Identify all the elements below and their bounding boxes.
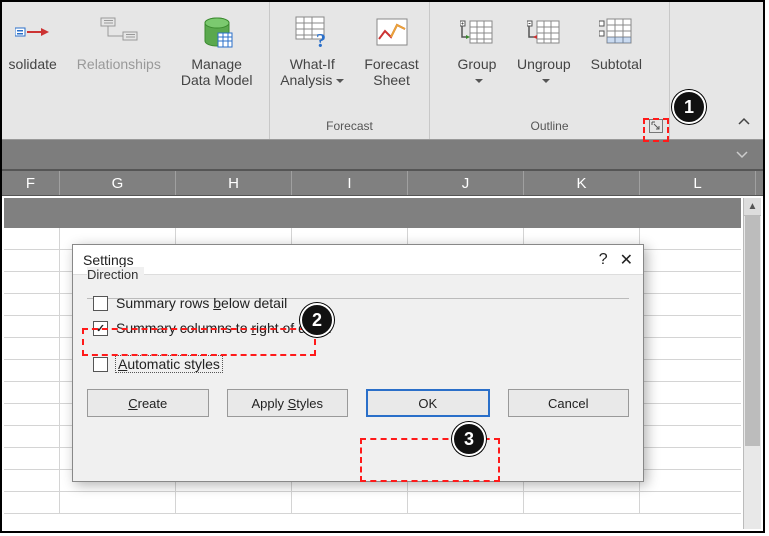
expand-formula-bar-icon[interactable] <box>735 147 749 164</box>
consolidate-icon <box>13 12 53 52</box>
column-headers: F G H I J K L <box>2 170 763 196</box>
col-header[interactable]: I <box>292 171 408 195</box>
dialog-title: Settings <box>83 252 134 268</box>
callout-number-1: 1 <box>672 90 706 124</box>
col-header[interactable]: H <box>176 171 292 195</box>
scrollbar-thumb[interactable] <box>745 216 760 446</box>
settings-dialog: Settings ? ✕ Direction Summary rows belo… <box>72 244 644 482</box>
relationships-icon <box>99 12 139 52</box>
direction-group-label: Direction <box>87 267 144 282</box>
col-header[interactable]: G <box>60 171 176 195</box>
summary-cols-right-checkbox-row[interactable]: Summary columns to right of detail <box>93 320 629 336</box>
forecast-sheet-icon <box>372 12 412 52</box>
outline-dialog-launcher[interactable] <box>649 119 663 133</box>
ungroup-label: Ungroup <box>517 56 571 88</box>
checkbox-label: Automatic styles <box>116 356 222 372</box>
col-header[interactable]: K <box>524 171 640 195</box>
checkbox-icon[interactable] <box>93 321 108 336</box>
forecast-group-label: Forecast <box>326 119 373 139</box>
dropdown-caret-icon <box>475 79 483 83</box>
dropdown-caret-icon <box>336 79 344 83</box>
ribbon-group-datatools: solidate Relationsh <box>2 2 270 139</box>
forecast-sheet-button[interactable]: Forecast Sheet <box>354 10 428 90</box>
checkbox-icon[interactable] <box>93 296 108 311</box>
forecast-sheet-label: Forecast Sheet <box>364 56 418 88</box>
create-button[interactable]: Create <box>87 389 209 417</box>
relationships-button[interactable]: Relationships <box>67 10 171 74</box>
ribbon-group-outline: Group <box>430 2 670 139</box>
relationships-label: Relationships <box>77 56 161 72</box>
consolidate-button[interactable]: solidate <box>9 10 67 74</box>
whatif-button[interactable]: ? What-If Analysis <box>270 10 354 90</box>
group-icon <box>457 12 497 52</box>
subtotal-label: Subtotal <box>591 56 642 72</box>
formula-bar-area <box>2 140 763 170</box>
automatic-styles-checkbox-row[interactable]: Automatic styles <box>93 356 629 372</box>
col-header[interactable]: F <box>2 171 60 195</box>
subtotal-icon <box>596 12 636 52</box>
callout-number-3: 3 <box>452 422 486 456</box>
vertical-scrollbar[interactable]: ▲ <box>743 198 761 529</box>
group-button[interactable]: Group <box>447 10 507 90</box>
whatif-label: What-If Analysis <box>280 56 344 88</box>
svg-text:?: ? <box>316 30 326 49</box>
subtotal-button[interactable]: Subtotal <box>581 10 652 74</box>
ribbon: solidate Relationsh <box>2 2 763 140</box>
dialog-titlebar: Settings ? ✕ <box>73 245 643 275</box>
cancel-button[interactable]: Cancel <box>508 389 630 417</box>
data-model-button[interactable]: Manage Data Model <box>171 10 263 90</box>
ribbon-group-forecast: ? What-If Analysis <box>270 2 430 139</box>
data-model-icon <box>197 12 237 52</box>
data-model-label: Manage Data Model <box>181 56 253 88</box>
summary-rows-below-checkbox-row[interactable]: Summary rows below detail <box>93 295 629 311</box>
checkbox-icon[interactable] <box>93 357 108 372</box>
dropdown-caret-icon <box>542 79 550 83</box>
collapse-ribbon-icon[interactable] <box>737 115 751 129</box>
checkbox-label: Summary rows below detail <box>116 295 287 311</box>
consolidate-label: solidate <box>9 56 57 72</box>
whatif-icon: ? <box>292 12 332 52</box>
col-header[interactable]: J <box>408 171 524 195</box>
help-button[interactable]: ? <box>599 251 608 269</box>
ungroup-icon <box>524 12 564 52</box>
col-header[interactable]: L <box>640 171 756 195</box>
ungroup-button[interactable]: Ungroup <box>507 10 581 90</box>
ok-button[interactable]: OK <box>366 389 490 417</box>
close-button[interactable]: ✕ <box>620 250 633 270</box>
group-label: Group <box>457 56 496 88</box>
outline-group-label: Outline <box>530 119 568 139</box>
scroll-up-button[interactable]: ▲ <box>744 198 761 216</box>
apply-styles-button[interactable]: Apply Styles <box>227 389 349 417</box>
callout-number-2: 2 <box>300 303 334 337</box>
